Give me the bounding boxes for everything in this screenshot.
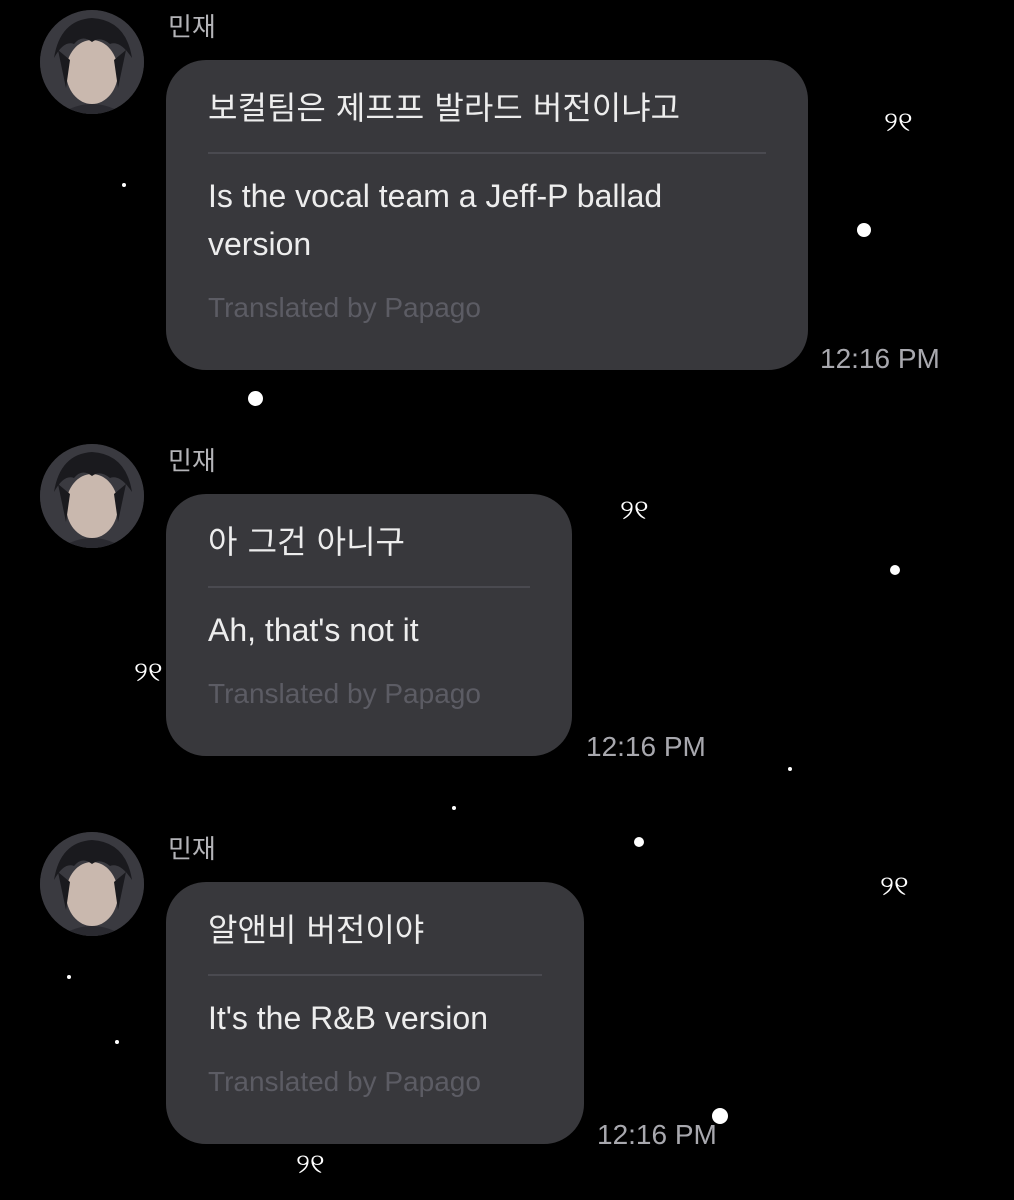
translation-credit: Translated by Papago: [208, 292, 481, 323]
ribbon-icon: ୨୧: [620, 493, 649, 526]
message-bubble[interactable]: 알앤비 버전이야 It's the R&B version Translated…: [166, 882, 584, 1144]
translated-text: Is the vocal team a Jeff-P ballad versio…: [208, 178, 663, 262]
sender-name: 민재: [168, 447, 216, 477]
translation-credit: Translated by Papago: [208, 1066, 481, 1097]
message-timestamp: 12:16 PM: [597, 1119, 717, 1150]
star-icon: [634, 837, 644, 847]
original-text: 알앤비 버전이야: [208, 906, 542, 976]
ribbon-icon: ୨୧: [134, 655, 163, 688]
translated-text: Ah, that's not it: [208, 612, 419, 648]
star-icon: [712, 1108, 728, 1124]
star-icon: [67, 975, 71, 979]
sender-name: 민재: [168, 835, 216, 865]
star-icon: [788, 767, 792, 771]
message-bubble[interactable]: 아 그건 아니구 Ah, that's not it Translated by…: [166, 494, 572, 756]
sender-name: 민재: [168, 13, 216, 43]
translation-credit: Translated by Papago: [208, 678, 481, 709]
star-icon: [890, 565, 900, 575]
avatar[interactable]: [40, 444, 144, 548]
ribbon-icon: ୨୧: [884, 105, 913, 138]
message-timestamp: 12:16 PM: [586, 731, 706, 762]
star-icon: [122, 183, 126, 187]
avatar[interactable]: [40, 10, 144, 114]
star-icon: [452, 806, 456, 810]
message-bubble[interactable]: 보컬팀은 제프프 발라드 버전이냐고 Is the vocal team a J…: [166, 60, 808, 370]
star-icon: [857, 223, 871, 237]
message-timestamp: 12:16 PM: [820, 343, 940, 374]
original-text: 아 그건 아니구: [208, 518, 530, 588]
ribbon-icon: ୨୧: [296, 1147, 325, 1180]
avatar[interactable]: [40, 832, 144, 936]
original-text: 보컬팀은 제프프 발라드 버전이냐고: [208, 84, 766, 154]
star-icon: [115, 1040, 119, 1044]
chat-thread: 민재 보컬팀은 제프프 발라드 버전이냐고 Is the vocal team …: [0, 0, 1014, 1200]
translated-text: It's the R&B version: [208, 1000, 488, 1036]
star-icon: [248, 391, 263, 406]
ribbon-icon: ୨୧: [880, 869, 909, 902]
